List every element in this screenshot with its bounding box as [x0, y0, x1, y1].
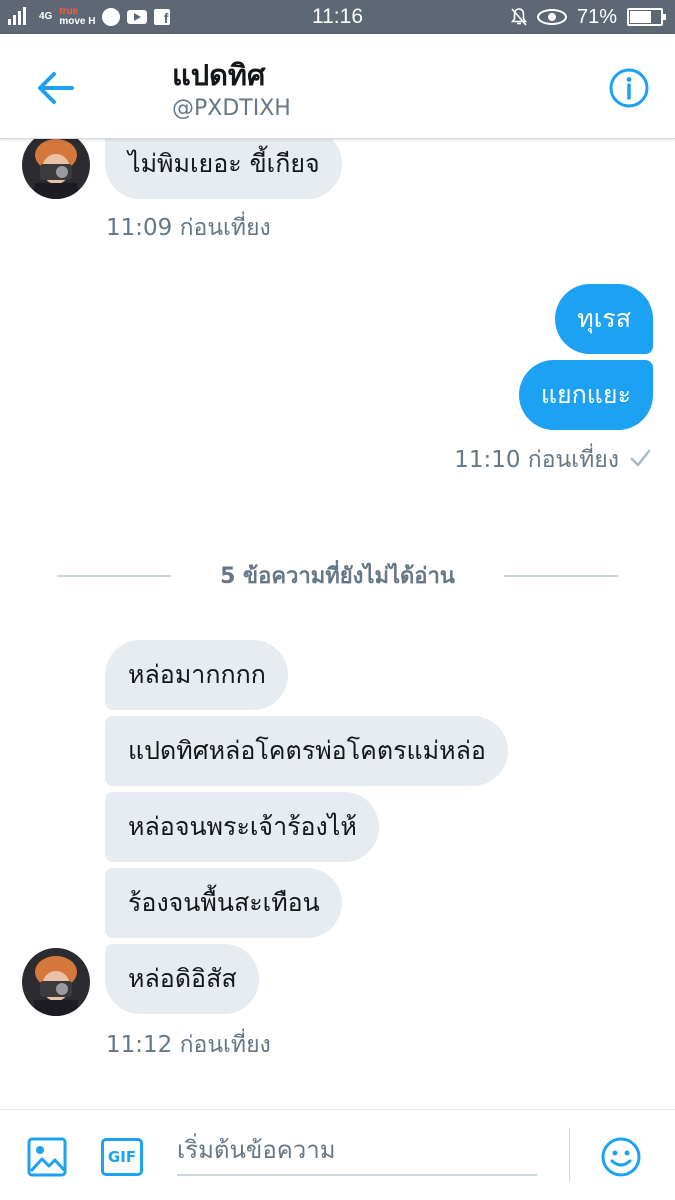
message-list[interactable]: ไม่พิมเยอะ ขี้เกียจ 11:09 ก่อนเที่ยง ทุเ…: [0, 139, 675, 1109]
checkmark-icon: [630, 449, 651, 467]
image-icon[interactable]: [27, 1137, 67, 1177]
incoming-message[interactable]: หล่อดิอิสัส: [105, 944, 259, 1014]
message-timestamp: 11:09 ก่อนเที่ยง: [106, 215, 271, 241]
avatar[interactable]: [22, 948, 90, 1016]
info-icon[interactable]: [608, 67, 650, 109]
message-timestamp: 11:10 ก่อนเที่ยง: [454, 447, 619, 473]
conversation-title[interactable]: แปดทิศ: [172, 52, 265, 98]
avatar[interactable]: [22, 139, 90, 199]
gif-button[interactable]: GIF: [101, 1138, 143, 1176]
sent-message[interactable]: แยกแยะ: [518, 360, 653, 430]
battery-percent: 71%: [576, 6, 617, 28]
incoming-message[interactable]: หล่อจนพระเจ้าร้องไห้: [105, 792, 379, 862]
status-bar: 4G true move H f 11:16 71%: [0, 0, 675, 34]
incoming-message[interactable]: หล่อมากกกก: [105, 640, 288, 710]
battery-icon: [627, 8, 666, 26]
message-composer: GIF: [0, 1109, 675, 1200]
status-right: 71%: [510, 5, 666, 29]
conversation-header: แปดทิศ @PXDTIXH: [0, 34, 675, 139]
incoming-message[interactable]: ไม่พิมเยอะ ขี้เกียจ: [105, 139, 342, 199]
incoming-message[interactable]: แปดทิศหล่อโคตรพ่อโคตรแม่หล่อ: [105, 716, 508, 786]
composer-divider: [569, 1128, 570, 1182]
incoming-message[interactable]: ร้องจนพื้นสะเทือน: [105, 868, 342, 938]
conversation-handle[interactable]: @PXDTIXH: [172, 96, 291, 121]
back-arrow-icon[interactable]: [30, 68, 80, 108]
message-timestamp: 11:12 ก่อนเที่ยง: [106, 1032, 271, 1058]
eye-icon: [536, 9, 567, 25]
sent-message[interactable]: ทุเรส: [555, 284, 653, 354]
message-input[interactable]: [177, 1126, 537, 1176]
emoji-icon[interactable]: [600, 1136, 642, 1178]
mute-bell-icon: [510, 8, 527, 26]
